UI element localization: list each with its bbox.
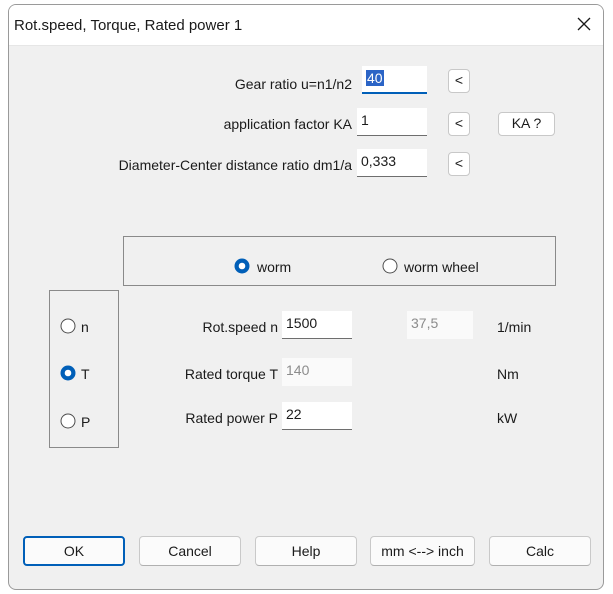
diameter-ratio-pick-button[interactable]: <	[448, 152, 470, 176]
window-title: Rot.speed, Torque, Rated power 1	[14, 17, 243, 34]
application-factor-label: application factor KA	[223, 116, 352, 132]
application-factor-pick-button[interactable]: <	[448, 112, 470, 136]
cancel-button[interactable]: Cancel	[139, 536, 241, 566]
gear-ratio-label: Gear ratio u=n1/n2	[234, 76, 352, 92]
gear-ratio-pick-button[interactable]: <	[448, 69, 470, 93]
help-button[interactable]: Help	[255, 536, 357, 566]
speed-unit: 1/min	[497, 319, 532, 335]
rated-power-input[interactable]: 22	[282, 402, 352, 430]
n-radio[interactable]	[60, 318, 76, 334]
output-speed-value: 37,5	[407, 311, 473, 339]
rotational-speed-input[interactable]: 1500	[282, 311, 352, 339]
application-factor-input[interactable]: 1	[357, 108, 427, 136]
rated-torque-value: 140	[282, 358, 352, 386]
unit-toggle-button[interactable]: mm <--> inch	[370, 536, 475, 566]
worm-label[interactable]: worm	[257, 259, 291, 275]
calc-button[interactable]: Calc	[489, 536, 591, 566]
torque-unit: Nm	[497, 366, 519, 382]
worm-wheel-radio[interactable]	[382, 258, 398, 274]
n-label[interactable]: n	[81, 319, 89, 335]
diameter-ratio-label: Diameter-Center distance ratio dm1/a	[118, 157, 352, 173]
gear-selector-group	[123, 236, 556, 286]
gear-ratio-value: 40	[366, 70, 384, 86]
power-unit: kW	[497, 410, 518, 426]
worm-wheel-label[interactable]: worm wheel	[404, 259, 479, 275]
diameter-ratio-input[interactable]: 0,333	[357, 149, 427, 177]
ka-help-button[interactable]: KA ?	[498, 112, 555, 136]
ok-button[interactable]: OK	[23, 536, 125, 566]
rotational-speed-label: Rot.speed n	[202, 319, 279, 335]
t-radio[interactable]	[60, 365, 76, 381]
worm-radio[interactable]	[234, 258, 250, 274]
dialog-window: Rot.speed, Torque, Rated power 1 Gear ra…	[8, 4, 604, 590]
gear-ratio-input[interactable]: 40	[362, 66, 427, 94]
p-radio[interactable]	[60, 413, 76, 429]
p-label[interactable]: P	[81, 414, 90, 430]
close-icon[interactable]	[573, 13, 595, 35]
rated-torque-label: Rated torque T	[184, 366, 278, 382]
title-bar: Rot.speed, Torque, Rated power 1	[9, 5, 603, 46]
t-label[interactable]: T	[81, 366, 90, 382]
rated-power-label: Rated power P	[185, 410, 278, 426]
